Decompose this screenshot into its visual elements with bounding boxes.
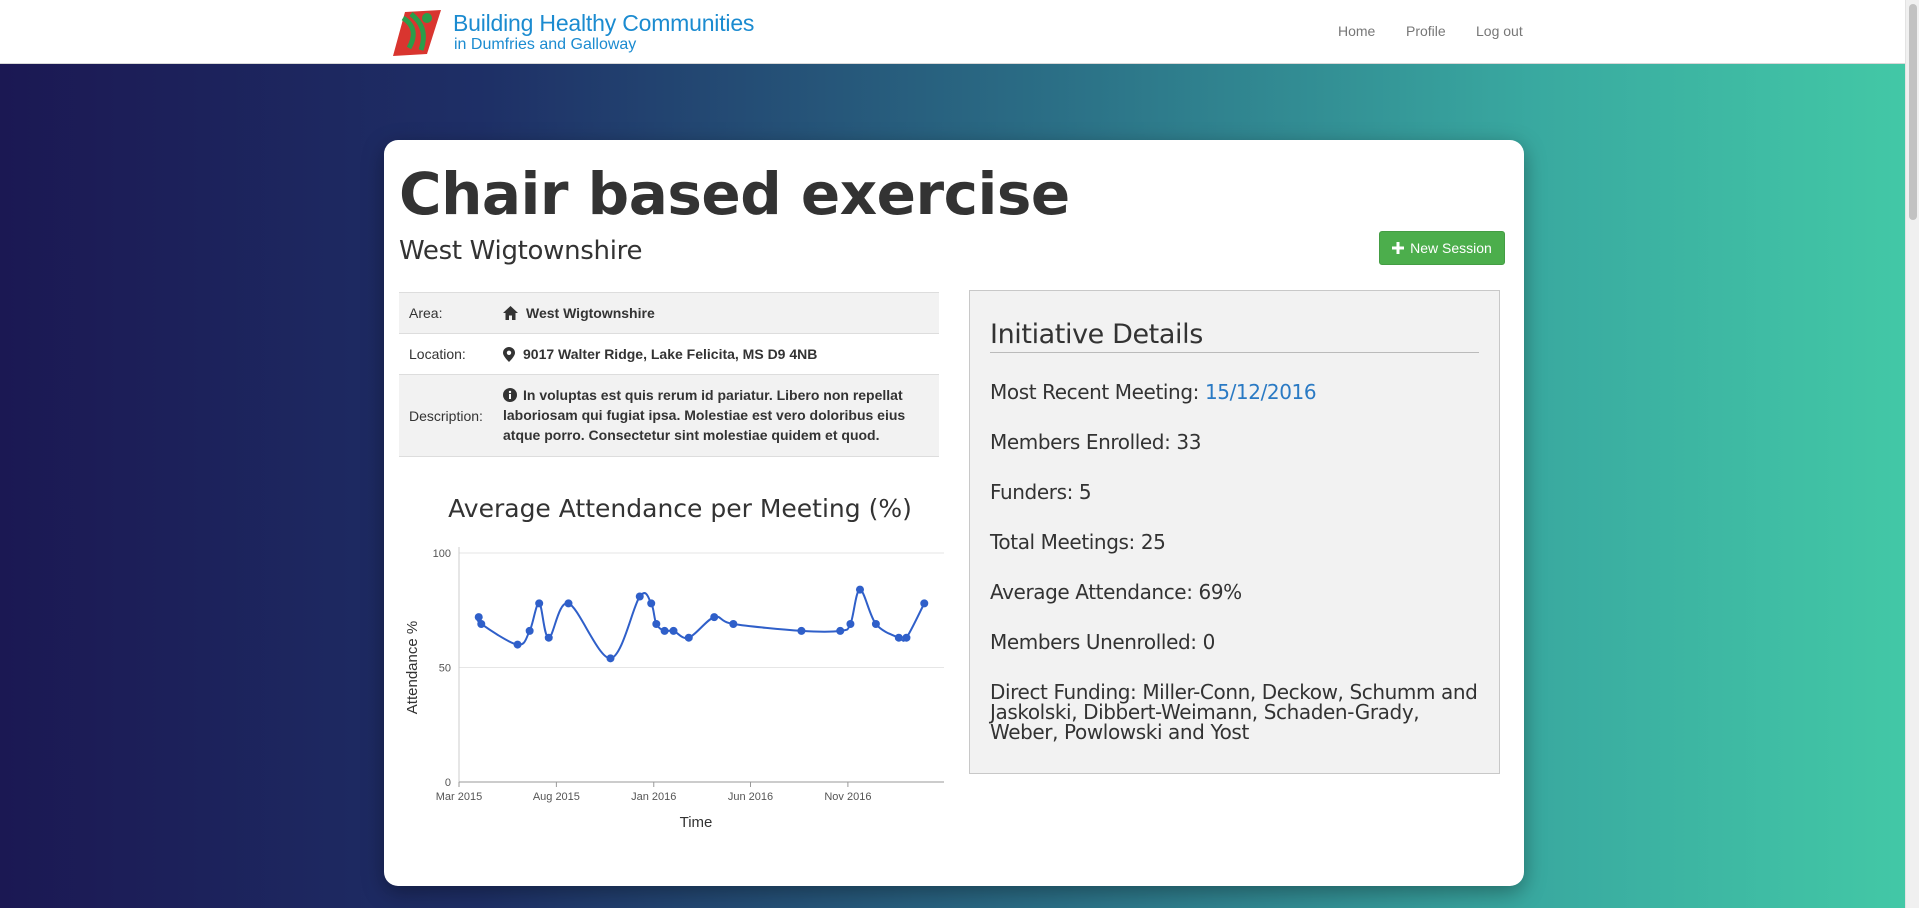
data-point [606,654,615,663]
data-point [652,619,661,628]
x-tick-label: Mar 2015 [436,791,482,803]
info-circle-icon [503,388,517,402]
y-axis-label: Attendance % [404,621,421,714]
page-scrollbar[interactable] [1905,0,1919,908]
page-title: Chair based exercise [399,160,1070,228]
data-point [729,619,738,628]
location-value: 9017 Walter Ridge, Lake Felicita, MS D9 … [523,346,818,362]
description-value: In voluptas est quis rerum id pariatur. … [503,387,906,443]
members-enrolled: Members Enrolled: 33 [990,430,1202,454]
details-table: Area: West Wigtownshire Location: 9017 W… [399,292,939,457]
data-point [535,599,544,608]
data-point [474,613,483,622]
data-point [710,613,719,622]
description-label: Description: [409,407,483,424]
data-point [797,626,806,635]
brand-subtitle[interactable]: in Dumfries and Galloway [454,36,636,54]
data-point [871,619,880,628]
data-point [894,633,903,642]
details-row-description: Description: In voluptas est quis rerum … [399,375,939,457]
new-session-button[interactable]: New Session [1379,231,1505,265]
details-row-area: Area: West Wigtownshire [399,293,939,334]
plus-icon [1392,242,1405,254]
direct-funding: Direct Funding: Miller-Conn, Deckow, Sch… [990,680,1478,744]
most-recent-meeting-link[interactable]: 15/12/2016 [1205,380,1317,404]
initiative-details-heading: Initiative Details [990,319,1479,353]
data-point [564,599,573,608]
data-point [513,640,522,649]
initiative-details-panel: Initiative Details Most Recent Meeting: … [969,290,1500,774]
area-cell: West Wigtownshire [503,293,939,333]
map-marker-icon [503,346,515,362]
y-tick-label: 50 [439,663,451,675]
data-point [647,599,656,608]
most-recent-meeting: Most Recent Meeting: 15/12/2016 [990,382,1479,402]
data-point [544,633,553,642]
data-point [846,619,855,628]
initiative-card: Chair based exercise West Wigtownshire N… [384,140,1524,886]
x-tick-label: Jan 2016 [631,791,676,803]
data-point [525,626,534,635]
nav-profile-link[interactable]: Profile [1406,23,1446,39]
total-meetings: Total Meetings: 25 [990,530,1166,554]
nav-home-link[interactable]: Home [1338,23,1375,39]
area-label: Area: [409,305,443,321]
page-subtitle: West Wigtownshire [399,236,643,266]
attendance-series-line [476,588,926,660]
brand-title[interactable]: Building Healthy Communities [453,10,754,37]
data-point [684,633,693,642]
top-navbar: Building Healthy Communities in Dumfries… [0,0,1905,64]
data-point [920,599,929,608]
chart-title: Average Attendance per Meeting (%) [448,494,912,523]
data-point [635,592,644,601]
data-point [660,626,669,635]
details-row-location: Location: 9017 Walter Ridge, Lake Felici… [399,334,939,375]
members-unenrolled: Members Unenrolled: 0 [990,630,1215,654]
brand-logo-icon[interactable] [387,4,443,60]
location-cell: 9017 Walter Ridge, Lake Felicita, MS D9 … [503,334,939,374]
x-tick-label: Jun 2016 [728,791,773,803]
funders-count: Funders: 5 [990,480,1092,504]
attendance-chart: Average Attendance per Meeting (%) 0 50 100… [404,494,944,831]
y-tick-label: 100 [433,548,451,560]
nav-logout-link[interactable]: Log out [1476,23,1523,39]
data-point [855,585,864,594]
data-point [477,619,486,628]
area-value: West Wigtownshire [526,305,655,321]
most-recent-meeting-label: Most Recent Meeting: [990,380,1199,404]
average-attendance: Average Attendance: 69% [990,580,1242,604]
x-tick-label: Aug 2015 [533,791,580,803]
x-tick-label: Nov 2016 [824,791,871,803]
home-icon [503,306,518,320]
new-session-label: New Session [1410,240,1492,256]
description-cell: In voluptas est quis rerum id pariatur. … [503,375,939,456]
data-point [836,626,845,635]
y-tick-label: 0 [445,777,451,789]
x-axis-label: Time [680,814,713,831]
data-point [902,633,911,642]
location-label: Location: [409,346,466,362]
scrollbar-thumb[interactable] [1909,4,1917,220]
data-point [669,626,678,635]
